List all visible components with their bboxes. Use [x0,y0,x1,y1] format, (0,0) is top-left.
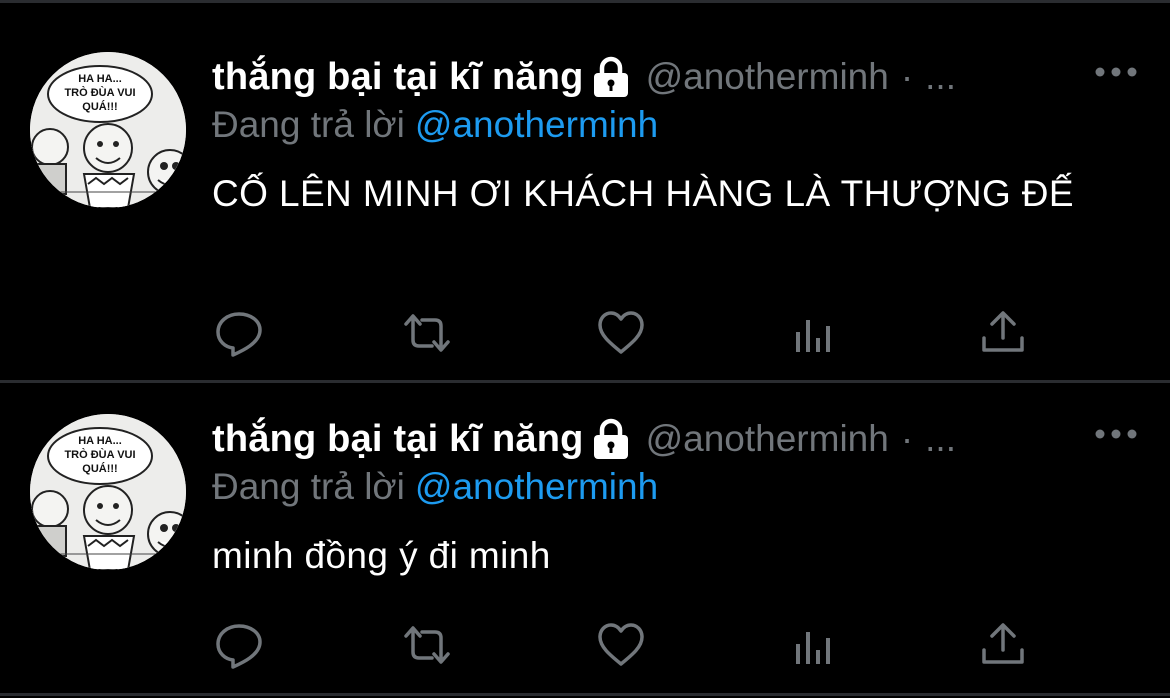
top-divider [0,0,1170,3]
avatar[interactable]: HA HA... TRÒ ĐÙA VUI QUÁ!!! [30,52,186,208]
timestamp[interactable]: ... [925,56,956,98]
handle[interactable]: @anotherminh [646,418,889,460]
action-bar [212,620,1112,670]
reply-mention-link[interactable]: @anotherminh [415,104,658,145]
like-icon[interactable] [596,308,646,358]
timestamp[interactable]: ... [925,418,956,460]
separator: · [900,418,914,459]
avatar-image: HA HA... TRÒ ĐÙA VUI QUÁ!!! [30,52,186,208]
like-icon[interactable] [596,620,646,670]
replying-to-label: Đang trả lời [212,104,405,145]
avatar-caption-2: TRÒ ĐÙA VUI [64,448,135,461]
replying-to: Đang trả lời @anotherminh [212,466,658,508]
more-icon[interactable] [1088,52,1144,92]
views-icon[interactable] [788,620,838,670]
separator: · [900,56,914,97]
tweet-divider [0,380,1170,383]
bottom-divider [0,693,1170,696]
tweet-header: thắng bại tại kĩ năng @anotherminh · ... [212,414,1072,464]
more-icon[interactable] [1088,414,1144,454]
avatar-caption-1: HA HA... [78,435,122,447]
tweet-header: thắng bại tại kĩ năng @anotherminh · ... [212,52,1072,102]
tweet-text: CỐ LÊN MINH ƠI KHÁCH HÀNG LÀ THƯỢNG ĐẾ [212,173,1075,214]
avatar-image: HA HA... TRÒ ĐÙA VUI QUÁ!!! [30,414,186,570]
share-icon[interactable] [978,308,1028,358]
tweet-text: minh đồng ý đi minh [212,535,551,576]
views-icon[interactable] [788,308,838,358]
reply-icon[interactable] [214,308,264,358]
display-name[interactable]: thắng bại tại kĩ năng [212,418,584,461]
lock-icon [593,56,628,97]
retweet-icon[interactable] [402,308,452,358]
handle[interactable]: @anotherminh [646,56,889,98]
action-bar [212,308,1112,358]
avatar-caption-1: HA HA... [78,73,122,85]
display-name[interactable]: thắng bại tại kĩ năng [212,56,584,99]
share-icon[interactable] [978,620,1028,670]
tweet[interactable]: HA HA... TRÒ ĐÙA VUI QUÁ!!! thắng bại tạ… [0,414,1170,684]
avatar-caption-3: QUÁ!!! [82,100,117,113]
retweet-icon[interactable] [402,620,452,670]
tweet[interactable]: HA HA... TRÒ ĐÙA VUI QUÁ!!! thắng bại tạ… [0,52,1170,382]
avatar[interactable]: HA HA... TRÒ ĐÙA VUI QUÁ!!! [30,414,186,570]
replying-to: Đang trả lời @anotherminh [212,104,658,146]
reply-icon[interactable] [214,620,264,670]
avatar-caption-2: TRÒ ĐÙA VUI [64,86,135,99]
reply-mention-link[interactable]: @anotherminh [415,466,658,507]
replying-to-label: Đang trả lời [212,466,405,507]
lock-icon [593,418,628,459]
avatar-caption-3: QUÁ!!! [82,462,117,475]
